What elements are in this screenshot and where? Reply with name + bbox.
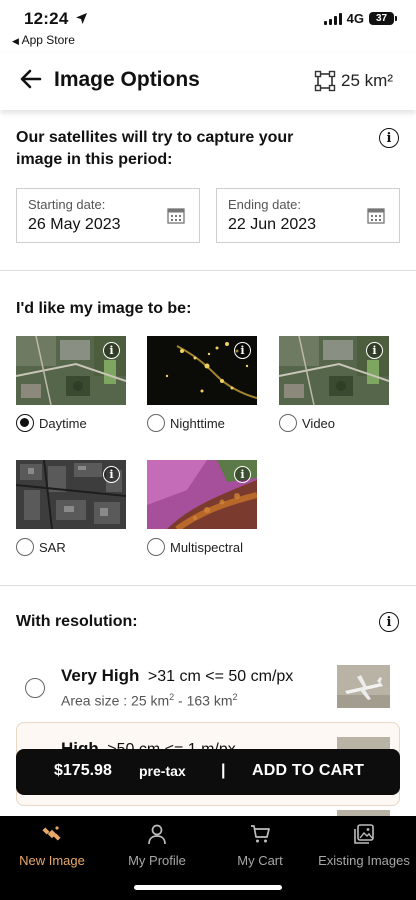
multispectral-label: Multispectral xyxy=(170,540,243,555)
tab-existing-images[interactable]: Existing Images xyxy=(312,816,416,876)
cart-icon xyxy=(251,825,270,843)
status-time-text: 12:24 xyxy=(24,9,69,28)
area-size-icon xyxy=(314,70,336,92)
area-unit: km² xyxy=(364,71,393,90)
sar-info-icon[interactable]: i xyxy=(103,466,120,483)
nighttime-info-icon[interactable]: i xyxy=(234,342,251,359)
end-date-value: 22 Jun 2023 xyxy=(228,216,317,233)
very-high-heading: Very High >31 cm <= 50 cm/px xyxy=(61,666,293,686)
nighttime-label: Nighttime xyxy=(170,416,225,431)
end-date-label: Ending date: xyxy=(228,197,302,212)
image-type-title: I'd like my image to be: xyxy=(16,300,192,317)
network-label: 4G xyxy=(346,11,364,26)
period-title: Our satellites will try to capture your … xyxy=(16,127,356,171)
multispectral-thumbnail[interactable]: i xyxy=(147,460,257,529)
back-triangle-icon: ◀ xyxy=(12,36,19,46)
daytime-thumbnail[interactable]: i xyxy=(16,336,126,405)
daytime-radio[interactable] xyxy=(16,414,34,432)
video-info-icon[interactable]: i xyxy=(366,342,383,359)
section-divider xyxy=(0,585,416,586)
video-thumbnail[interactable]: i xyxy=(279,336,389,405)
period-info-icon[interactable]: i xyxy=(379,128,399,148)
back-arrow-icon[interactable] xyxy=(18,66,44,92)
video-label: Video xyxy=(302,416,336,431)
cart-separator: | xyxy=(221,762,226,779)
back-app-label: App Store xyxy=(21,33,75,47)
start-date-value: 26 May 2023 xyxy=(28,216,121,233)
area-sup: 2 xyxy=(232,692,238,702)
status-time: 12:24 xyxy=(24,9,88,29)
area-number: 25 xyxy=(341,71,360,90)
status-indicators: 4G 37 xyxy=(323,11,397,26)
calendar-icon xyxy=(367,208,385,224)
multispectral-info-icon[interactable]: i xyxy=(234,466,251,483)
period-title-line2: image in this period: xyxy=(16,151,173,168)
add-to-cart-label: ADD TO CART xyxy=(252,762,365,779)
multispectral-radio[interactable] xyxy=(147,538,165,556)
tab-my-profile[interactable]: My Profile xyxy=(115,816,199,876)
calendar-icon xyxy=(167,208,185,224)
signal-icon xyxy=(323,12,342,25)
area-size-value: 25 km² xyxy=(341,71,393,91)
cart-pretax: pre-tax xyxy=(139,763,186,779)
location-arrow-icon xyxy=(76,13,88,24)
battery-icon: 37 xyxy=(369,12,397,25)
area-min: Area size : 25 km xyxy=(61,692,170,709)
start-date-field[interactable]: Starting date: 26 May 2023 xyxy=(16,188,200,243)
very-high-title: Very High xyxy=(61,666,140,685)
period-title-line1: Our satellites will try to capture your xyxy=(16,129,294,146)
profile-icon xyxy=(148,824,166,845)
cart-price: $175.98 xyxy=(54,762,112,779)
daytime-info-icon[interactable]: i xyxy=(103,342,120,359)
sar-radio[interactable] xyxy=(16,538,34,556)
resolution-option-very-high[interactable]: Very High >31 cm <= 50 cm/px Area size :… xyxy=(0,650,416,720)
resolution-title: With resolution: xyxy=(16,613,138,630)
very-high-area: Area size : 25 km2 - 163 km2 xyxy=(61,692,238,709)
video-radio[interactable] xyxy=(279,414,297,432)
nighttime-radio[interactable] xyxy=(147,414,165,432)
sar-thumbnail[interactable]: i xyxy=(16,460,126,529)
sar-label: SAR xyxy=(39,540,66,555)
tab-my-cart[interactable]: My Cart xyxy=(218,816,302,876)
add-to-cart-button[interactable]: $175.98 pre-tax | ADD TO CART xyxy=(16,749,400,795)
very-high-radio[interactable] xyxy=(25,678,45,698)
back-to-app-store[interactable]: ◀ App Store xyxy=(12,33,75,47)
satellite-icon xyxy=(42,826,61,841)
area-max: - 163 km xyxy=(174,692,233,709)
end-date-field[interactable]: Ending date: 22 Jun 2023 xyxy=(216,188,400,243)
page-title: Image Options xyxy=(54,68,200,91)
screen: 12:24 ◀ App Store 4G 37 Image Options 25… xyxy=(0,0,416,900)
very-high-sample-thumbnail xyxy=(337,665,390,708)
resolution-info-icon[interactable]: i xyxy=(379,612,399,632)
tab-my-profile-label: My Profile xyxy=(128,853,186,868)
section-divider xyxy=(0,270,416,271)
tab-my-cart-label: My Cart xyxy=(237,853,283,868)
battery-level: 37 xyxy=(375,13,388,24)
start-date-label: Starting date: xyxy=(28,197,106,212)
nighttime-thumbnail[interactable]: i xyxy=(147,336,257,405)
tab-existing-images-label: Existing Images xyxy=(318,853,410,868)
tab-new-image[interactable]: New Image xyxy=(10,816,94,876)
header-bar: Image Options 25 km² xyxy=(0,52,416,110)
daytime-label: Daytime xyxy=(39,416,87,431)
tab-new-image-label: New Image xyxy=(19,853,85,868)
gallery-icon xyxy=(354,824,374,844)
very-high-range: >31 cm <= 50 cm/px xyxy=(147,668,294,685)
home-indicator xyxy=(134,885,282,890)
